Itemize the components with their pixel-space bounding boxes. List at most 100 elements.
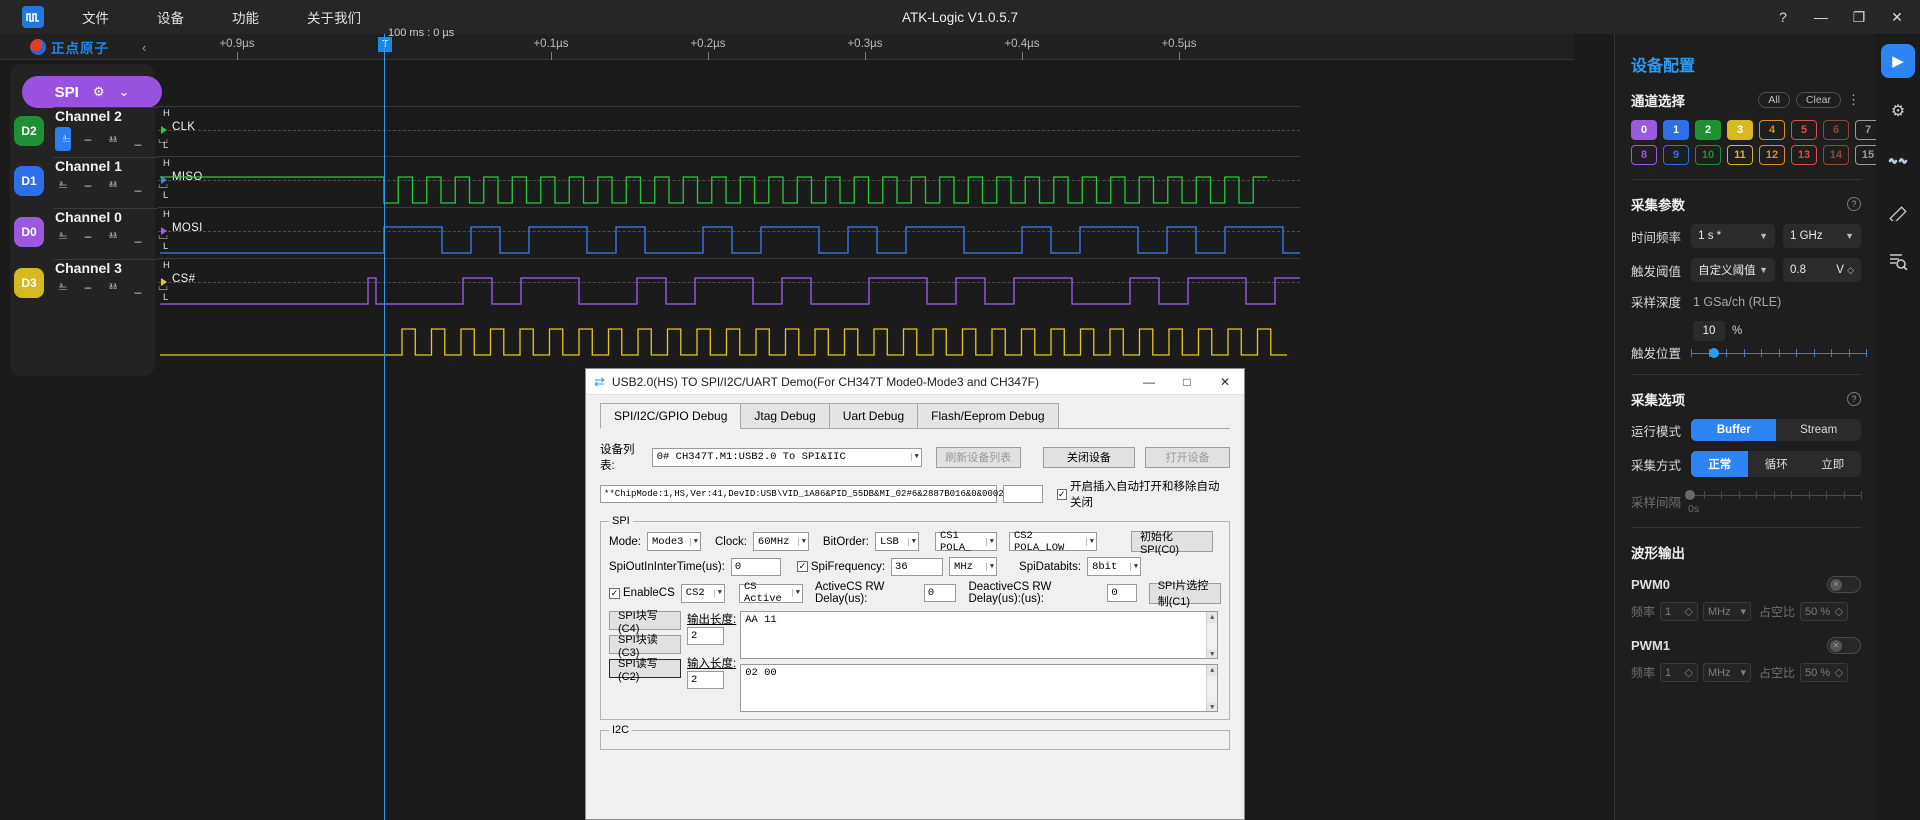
edge-trigger-icons[interactable]: ⎁ – ⎂ _ ⌴: [55, 279, 171, 294]
spi-cs-control-button[interactable]: SPI片选控制(C1): [1148, 580, 1221, 608]
spi-frequency-checkbox[interactable]: ✓: [796, 561, 808, 572]
segment-Buffer[interactable]: Buffer: [1691, 419, 1777, 441]
channel-row-d0[interactable]: D0 Channel 0 ⎁ – ⎂ _ ⌴: [10, 209, 168, 261]
frequency-select[interactable]: 1 GHz ▼: [1782, 224, 1861, 248]
dialog-tab-uart-debug[interactable]: Uart Debug: [828, 403, 919, 429]
mode-combo[interactable]: Mode3 ▼: [646, 532, 701, 551]
spi-databits-combo[interactable]: 8bit ▼: [1087, 557, 1142, 576]
scroll-up-icon[interactable]: ▲: [1207, 612, 1218, 623]
dialog-maximize-button[interactable]: □: [1168, 369, 1206, 395]
channel-button-14[interactable]: 14: [1823, 145, 1849, 165]
channel-row-d2[interactable]: D2 Channel 2 ⎁ – ⎂ _ ⌴: [10, 108, 168, 160]
deactive-cs-delay-input[interactable]: 0: [1107, 584, 1137, 602]
ruler-icon[interactable]: [1881, 194, 1915, 228]
auto-open-checkbox[interactable]: ✓: [1056, 488, 1067, 500]
menu-item-function[interactable]: 功能: [222, 7, 269, 27]
channel-badge[interactable]: D0: [14, 217, 44, 247]
high-level-icon[interactable]: –: [80, 228, 96, 243]
channel-row-d3[interactable]: D3 Channel 3 ⎁ – ⎂ _ ⌴: [10, 260, 168, 312]
segment-立即[interactable]: 立即: [1804, 451, 1861, 477]
help-button[interactable]: ?: [1764, 0, 1802, 34]
select-all-button[interactable]: All: [1758, 92, 1790, 108]
signal-expand-icon[interactable]: [161, 176, 167, 184]
dialog-minimize-button[interactable]: —: [1130, 369, 1168, 395]
segment-循环[interactable]: 循环: [1748, 451, 1805, 477]
gear-icon[interactable]: ⚙: [93, 84, 105, 100]
close-button[interactable]: ✕: [1878, 0, 1916, 34]
pwm-frequency-input[interactable]: 1 ◇: [1660, 602, 1699, 621]
pwm-unit-select[interactable]: MHz ▾: [1703, 602, 1752, 621]
channel-button-13[interactable]: 13: [1791, 145, 1817, 165]
close-device-button[interactable]: 关闭设备: [1042, 446, 1136, 468]
protocol-decoder-spi[interactable]: SPI ⚙ ⌄: [22, 76, 162, 108]
low-level-icon[interactable]: _: [130, 279, 146, 294]
sample-interval-slider[interactable]: [1684, 487, 1862, 503]
edge-trigger-icons[interactable]: ⎁ – ⎂ _ ⌴: [55, 228, 171, 243]
stepper-icon[interactable]: ◇: [1847, 265, 1854, 275]
clear-selection-button[interactable]: Clear: [1795, 92, 1841, 108]
rising-edge-icon[interactable]: ⎁: [55, 127, 71, 151]
channel-button-8[interactable]: 8: [1631, 145, 1657, 165]
channel-badge[interactable]: D3: [14, 268, 44, 298]
device-list-combo[interactable]: 0# CH347T.M1:USB2.0 To SPI&IIC ▼: [651, 447, 922, 467]
channel-button-10[interactable]: 10: [1695, 145, 1721, 165]
channel-badge[interactable]: D1: [14, 166, 44, 196]
threshold-value-stepper[interactable]: 0.8 V ◇: [1782, 258, 1861, 282]
scroll-down-icon[interactable]: ▼: [1207, 649, 1218, 658]
pwm-duty-input[interactable]: 50 % ◇: [1800, 602, 1849, 621]
rising-edge-icon[interactable]: ⎁: [55, 177, 71, 192]
high-level-icon[interactable]: –: [80, 279, 96, 294]
gear-icon[interactable]: ⚙: [1881, 94, 1915, 128]
low-level-icon[interactable]: _: [130, 177, 146, 192]
falling-edge-icon[interactable]: ⎂: [105, 279, 121, 294]
rising-edge-icon[interactable]: ⎁: [55, 279, 71, 294]
chevron-down-icon[interactable]: ⌄: [118, 84, 129, 100]
channel-button-12[interactable]: 12: [1759, 145, 1785, 165]
pwm-toggle[interactable]: ✕: [1827, 576, 1861, 593]
spi-frequency-check-row[interactable]: ✓ SpiFrequency:: [796, 561, 885, 573]
segment-Stream[interactable]: Stream: [1776, 419, 1861, 441]
channel-button-grid[interactable]: 0 1 2 3 4 5 6 7 8 9 10 11 12 13 14 15: [1631, 120, 1881, 165]
status-extra-field[interactable]: [1003, 485, 1043, 503]
channel-row-d1[interactable]: D1 Channel 1 ⎁ – ⎂ _ ⌴: [10, 158, 168, 210]
channel-button-3[interactable]: 3: [1727, 120, 1753, 140]
dialog-tab-spi[interactable]: SPI/I2C/GPIO Debug: [600, 403, 742, 429]
threshold-mode-select[interactable]: 自定义阈值 ▼: [1691, 258, 1775, 282]
trigger-marker-badge[interactable]: T: [378, 37, 392, 52]
channel-button-5[interactable]: 5: [1791, 120, 1817, 140]
channel-button-9[interactable]: 9: [1663, 145, 1689, 165]
dialog-close-button[interactable]: ✕: [1206, 369, 1244, 395]
high-level-icon[interactable]: –: [80, 132, 96, 147]
ch347-demo-dialog[interactable]: ⇄ USB2.0(HS) TO SPI/I2C/UART Demo(For CH…: [585, 368, 1245, 820]
falling-edge-icon[interactable]: ⎂: [105, 132, 121, 147]
edge-trigger-icons[interactable]: ⎁ – ⎂ _ ⌴: [55, 127, 171, 151]
pwm-toggle[interactable]: ✕: [1827, 637, 1861, 654]
init-spi-button[interactable]: 初始化SPI(C0): [1130, 531, 1213, 556]
signal-expand-icon[interactable]: [161, 278, 167, 286]
cs1-polarity-combo[interactable]: CS1 POLA_ ▼: [934, 530, 997, 554]
open-device-button[interactable]: 打开设备: [1145, 446, 1231, 468]
maximize-button[interactable]: ❐: [1840, 0, 1878, 34]
signal-expand-icon[interactable]: [161, 126, 167, 134]
channel-badge[interactable]: D2: [14, 116, 44, 146]
scroll-up-icon[interactable]: ▲: [1207, 665, 1218, 676]
channel-button-0[interactable]: 0: [1631, 120, 1657, 140]
menu-item-about[interactable]: 关于我们: [297, 7, 371, 27]
cs-active-combo[interactable]: CS Active ▼: [739, 581, 803, 605]
low-level-icon[interactable]: _: [130, 132, 146, 147]
scroll-down-icon[interactable]: ▼: [1207, 702, 1218, 711]
trigger-position-input[interactable]: 10: [1693, 321, 1725, 341]
enable-cs-combo[interactable]: CS2 ▼: [680, 583, 725, 603]
enable-cs-check-row[interactable]: ✓ EnableCS: [609, 587, 675, 599]
help-icon[interactable]: ?: [1847, 392, 1861, 406]
spi-read-write-button[interactable]: SPI读写(C2): [609, 658, 681, 683]
low-level-icon[interactable]: _: [130, 228, 146, 243]
menu-item-device[interactable]: 设备: [147, 7, 194, 27]
high-level-icon[interactable]: –: [80, 177, 96, 192]
signal-expand-icon[interactable]: [161, 227, 167, 235]
clock-combo[interactable]: 60MHz ▼: [752, 532, 809, 551]
minimize-button[interactable]: —: [1802, 0, 1840, 34]
enable-cs-checkbox[interactable]: ✓: [609, 587, 620, 599]
spi-frequency-input[interactable]: 36: [891, 557, 944, 576]
spi-block-write-button[interactable]: SPI块写(C4): [609, 610, 681, 635]
